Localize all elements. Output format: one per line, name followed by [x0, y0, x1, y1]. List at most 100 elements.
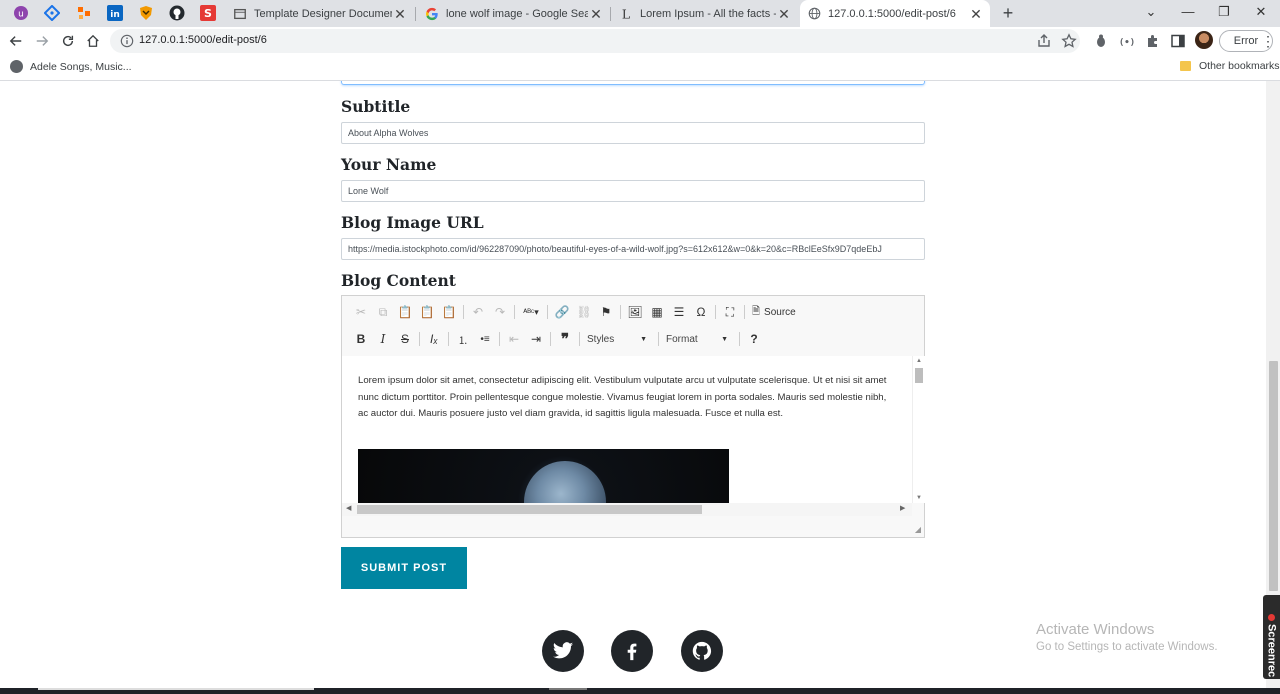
- site-info-icon[interactable]: [120, 34, 134, 48]
- bookmark-star-icon[interactable]: [1061, 33, 1077, 49]
- editor-content-area[interactable]: Lorem ipsum dolor sit amet, consectetur …: [342, 356, 912, 503]
- document-icon: [232, 6, 248, 22]
- toolbar-separator: [658, 332, 659, 346]
- twitter-link[interactable]: [542, 630, 584, 672]
- page-scroll-thumb[interactable]: [1269, 361, 1278, 591]
- paste-text-icon[interactable]: 📋: [416, 301, 438, 323]
- back-arrow-icon[interactable]: [6, 31, 26, 51]
- subtitle-label: Subtitle: [341, 97, 411, 116]
- pinned-tab-3[interactable]: [75, 4, 93, 22]
- s-brand-icon: S: [200, 5, 216, 21]
- special-char-omega-icon[interactable]: Ω: [690, 301, 712, 323]
- scroll-up-icon[interactable]: ▲: [916, 358, 922, 364]
- indent-icon[interactable]: ⇥: [525, 328, 547, 350]
- scroll-thumb[interactable]: [357, 505, 702, 514]
- source-button[interactable]: 🗎 Source: [748, 301, 800, 323]
- pinned-tab-2[interactable]: [43, 4, 61, 22]
- pinned-tab-7[interactable]: S: [199, 4, 217, 22]
- reload-icon[interactable]: [58, 31, 78, 51]
- redo-icon[interactable]: ↷: [489, 301, 511, 323]
- profile-avatar[interactable]: [1195, 31, 1213, 49]
- editor-vertical-scrollbar[interactable]: ▲ ▼: [912, 356, 925, 503]
- submit-post-button[interactable]: SUBMIT POST: [341, 547, 467, 589]
- blockquote-icon[interactable]: ❞: [554, 328, 576, 350]
- share-icon[interactable]: [1036, 33, 1052, 49]
- close-tab-icon[interactable]: ✕: [968, 6, 984, 22]
- bookmark-adele[interactable]: Adele Songs, Music...: [10, 60, 132, 73]
- undo-icon[interactable]: ↶: [467, 301, 489, 323]
- image-url-input[interactable]: https://media.istockphoto.com/id/9622870…: [341, 238, 925, 260]
- close-window-icon[interactable]: ✕: [1250, 2, 1272, 22]
- paste-icon[interactable]: 📋: [394, 301, 416, 323]
- tab-template-docs[interactable]: Template Designer Documentatio ✕: [226, 0, 414, 27]
- page-viewport: Subtitle About Alpha Wolves Your Name Lo…: [0, 81, 1280, 688]
- scroll-thumb[interactable]: [915, 368, 923, 383]
- format-dropdown[interactable]: Format ▼: [662, 329, 732, 349]
- tab-lorem-ipsum[interactable]: L Lorem Ipsum - All the facts - Lips ✕: [612, 0, 798, 27]
- close-tab-icon[interactable]: ✕: [392, 6, 408, 22]
- extension-code-icon[interactable]: (•): [1119, 33, 1135, 49]
- url-text: 127.0.0.1:5000/edit-post/6: [139, 34, 267, 46]
- new-tab-plus-icon[interactable]: +: [998, 3, 1018, 23]
- tab-title: Template Designer Documentatio: [254, 7, 392, 20]
- tab-google-search[interactable]: lone wolf image - Google Search ✕: [418, 0, 610, 27]
- editor-horizontal-scrollbar[interactable]: ◀ ▶: [342, 503, 912, 516]
- forward-arrow-icon[interactable]: [32, 31, 52, 51]
- pinned-tab-1[interactable]: u: [12, 4, 30, 22]
- svg-text:(•): (•): [1119, 38, 1135, 48]
- pinned-tab-5[interactable]: [137, 4, 155, 22]
- copy-icon[interactable]: ⧉: [372, 301, 394, 323]
- scroll-down-icon[interactable]: ▼: [916, 495, 922, 501]
- restore-icon[interactable]: ❐: [1213, 2, 1235, 22]
- unlink-icon[interactable]: ⛓: [573, 301, 595, 323]
- styles-label: Styles: [587, 333, 615, 345]
- numbered-list-icon[interactable]: ⒈: [452, 328, 474, 350]
- pinned-tab-linkedin[interactable]: in: [106, 4, 124, 22]
- record-dot-icon: [1268, 613, 1275, 621]
- bold-icon[interactable]: B: [350, 328, 372, 350]
- author-input[interactable]: Lone Wolf: [341, 180, 925, 202]
- image-icon[interactable]: 🖼: [624, 301, 646, 323]
- scroll-right-icon[interactable]: ▶: [900, 504, 905, 512]
- side-panel-icon[interactable]: [1170, 33, 1186, 49]
- toolbar-separator: [419, 332, 420, 346]
- outdent-icon[interactable]: ⇤: [503, 328, 525, 350]
- table-icon[interactable]: ▦: [646, 301, 668, 323]
- svg-text:u: u: [18, 10, 24, 20]
- spellcheck-icon[interactable]: ᴬᴮᶜ▾: [518, 301, 544, 323]
- tab-title: Lorem Ipsum - All the facts - Lips: [640, 7, 776, 20]
- resize-handle-icon[interactable]: ◢: [915, 525, 921, 534]
- remove-format-icon[interactable]: Iₓ: [423, 328, 445, 350]
- paste-word-icon[interactable]: 📋: [438, 301, 460, 323]
- home-icon[interactable]: [83, 31, 103, 51]
- facebook-link[interactable]: [611, 630, 653, 672]
- title-field-focused[interactable]: [341, 81, 925, 85]
- scroll-left-icon[interactable]: ◀: [346, 504, 351, 512]
- cut-icon[interactable]: ✂: [350, 301, 372, 323]
- bulleted-list-icon[interactable]: •≡: [474, 328, 496, 350]
- screenrec-widget[interactable]: Screenrec: [1263, 595, 1280, 679]
- italic-icon[interactable]: I: [372, 328, 394, 350]
- horizontal-rule-icon[interactable]: ☰: [668, 301, 690, 323]
- close-tab-icon[interactable]: ✕: [588, 6, 604, 22]
- source-label: Source: [764, 306, 796, 318]
- moon-image[interactable]: [358, 449, 729, 503]
- subtitle-input[interactable]: About Alpha Wolves: [341, 122, 925, 144]
- tab-edit-post[interactable]: 127.0.0.1:5000/edit-post/6 ✕: [800, 0, 990, 27]
- pinned-tab-github[interactable]: [168, 4, 186, 22]
- extension-bug-icon[interactable]: [1093, 33, 1109, 49]
- kebab-menu-icon[interactable]: ⋮: [1258, 31, 1278, 51]
- address-bar[interactable]: 127.0.0.1:5000/edit-post/6: [110, 29, 1080, 53]
- extensions-puzzle-icon[interactable]: [1145, 33, 1161, 49]
- tab-search-chevron-icon[interactable]: ⌄: [1140, 2, 1162, 22]
- close-tab-icon[interactable]: ✕: [776, 6, 792, 22]
- minimize-icon[interactable]: —: [1177, 2, 1199, 22]
- link-icon[interactable]: 🔗: [551, 301, 573, 323]
- styles-dropdown[interactable]: Styles ▼: [583, 329, 651, 349]
- maximize-icon[interactable]: ⛶: [719, 301, 741, 323]
- help-icon[interactable]: ?: [743, 328, 765, 350]
- other-bookmarks[interactable]: Other bookmarks: [1180, 60, 1280, 72]
- anchor-flag-icon[interactable]: ⚑: [595, 301, 617, 323]
- strike-icon[interactable]: S: [394, 328, 416, 350]
- github-link[interactable]: [681, 630, 723, 672]
